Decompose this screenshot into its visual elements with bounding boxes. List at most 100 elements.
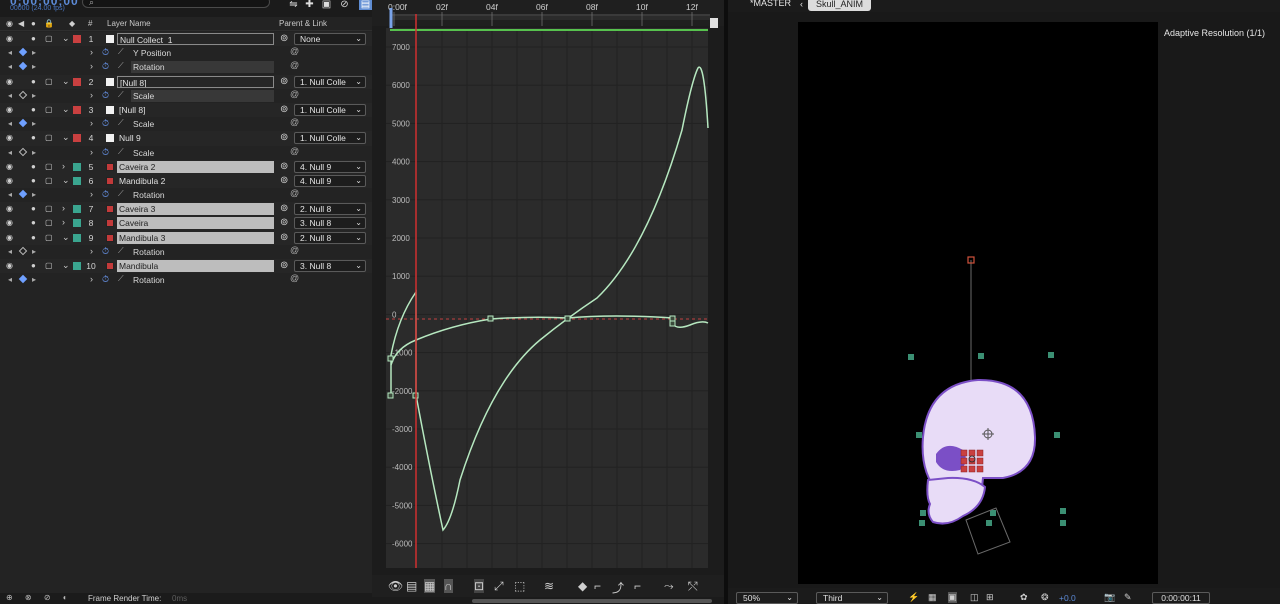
- graph-include-icon[interactable]: ⟋: [118, 90, 124, 100]
- layer-name[interactable]: [Null 8]: [117, 104, 274, 116]
- keyframe-next-icon[interactable]: ▸: [32, 275, 36, 284]
- graph-include-icon[interactable]: ⟋: [118, 189, 124, 199]
- controller-point[interactable]: [976, 457, 984, 465]
- stopwatch-icon[interactable]: ⏱: [102, 61, 109, 72]
- label-color-swatch[interactable]: [73, 77, 81, 86]
- chevron-right-icon[interactable]: ›: [90, 118, 93, 128]
- parent-dropdown[interactable]: 4. Null 9 ⌄: [294, 174, 366, 187]
- keyframe-next-icon[interactable]: ▸: [32, 190, 36, 199]
- ease-in-icon[interactable]: ⤳: [664, 579, 674, 594]
- null-handle[interactable]: [1060, 520, 1066, 526]
- visibility-eye-icon[interactable]: ◉: [6, 261, 13, 270]
- expression-pickwhip-icon[interactable]: @: [290, 46, 299, 56]
- null-handle[interactable]: [990, 510, 996, 516]
- lock-icon[interactable]: 🔒: [44, 19, 54, 28]
- parent-dropdown[interactable]: 3. Null 8 ⌄: [294, 260, 366, 272]
- layer-name[interactable]: [Null 8]: [117, 75, 274, 88]
- skull-artwork[interactable]: [798, 22, 1158, 584]
- parent-dropdown[interactable]: 2. Null 8 ⌄: [294, 203, 366, 216]
- keyframe-diamond-icon[interactable]: [18, 62, 28, 71]
- layer-name[interactable]: Null 9: [117, 132, 274, 144]
- lock-toggle-icon[interactable]: ▢: [45, 105, 53, 114]
- null-handle[interactable]: [978, 353, 984, 359]
- controller-point[interactable]: [968, 465, 976, 473]
- keyframe-handle[interactable]: [564, 315, 571, 322]
- null-handle[interactable]: [916, 432, 922, 438]
- property-row[interactable]: ◂ ▸ › ⏱ ⟋ Rotation @: [0, 273, 372, 288]
- stopwatch-icon[interactable]: ⏱: [102, 147, 109, 158]
- label-color-swatch[interactable]: [73, 134, 81, 143]
- keyframe-handle[interactable]: [669, 315, 676, 322]
- keyframe-next-icon[interactable]: ▸: [32, 247, 36, 256]
- magnet-icon[interactable]: ∩: [444, 579, 453, 593]
- graph-include-icon[interactable]: ⟋: [118, 118, 124, 128]
- layer-name-header[interactable]: Layer Name: [107, 19, 151, 28]
- show-snapshot-icon[interactable]: ✎: [1124, 592, 1132, 603]
- layer-row[interactable]: ◉ ● ▢ ⌄ 2 [Null 8] ⊚ 1. Null Colle ⌄: [0, 74, 372, 89]
- null-handle[interactable]: [1048, 352, 1054, 358]
- chevron-right-icon[interactable]: ›: [90, 246, 93, 256]
- chevron-down-icon[interactable]: ⌄: [62, 76, 70, 87]
- visibility-eye-icon[interactable]: ◉: [6, 133, 13, 142]
- label-color-swatch[interactable]: [73, 219, 81, 228]
- keyframe-next-icon[interactable]: ▸: [32, 62, 36, 71]
- solo-dot-icon[interactable]: ●: [31, 218, 36, 227]
- controller-point[interactable]: [976, 449, 984, 457]
- visibility-eye-icon[interactable]: ◉: [6, 34, 13, 43]
- stopwatch-icon[interactable]: ⏱: [102, 118, 109, 129]
- convert-linear-icon[interactable]: ⌐: [594, 579, 601, 593]
- chevron-right-icon[interactable]: ›: [90, 189, 93, 199]
- label-color-swatch[interactable]: [73, 176, 81, 185]
- layer-row[interactable]: ◉ ● ▢ ⌄ 1 Null Collect_1 ⊚ None ⌄: [0, 32, 372, 47]
- keyframe-handle[interactable]: [387, 355, 394, 362]
- layer-row[interactable]: ◉ ● ▢ ⌄ 4 Null 9 ⊚ 1. Null Colle ⌄: [0, 131, 372, 146]
- solo-dot-icon[interactable]: ●: [31, 34, 36, 43]
- expression-pickwhip-icon[interactable]: @: [290, 245, 299, 255]
- property-row[interactable]: ◂ ▸ › ⏱ ⟋ Rotation @: [0, 188, 372, 203]
- lock-toggle-icon[interactable]: ▢: [45, 233, 53, 242]
- keyframe-next-icon[interactable]: ▸: [32, 91, 36, 100]
- parent-dropdown[interactable]: 2. Null 8 ⌄: [294, 231, 366, 244]
- fast-previews-icon[interactable]: ⚡: [908, 592, 919, 603]
- chevron-down-icon[interactable]: ⌄: [62, 232, 70, 243]
- expression-pickwhip-icon[interactable]: @: [290, 188, 299, 198]
- graph-zoom-scrollbar[interactable]: [372, 597, 724, 604]
- keyframe-handle[interactable]: [669, 320, 676, 327]
- lock-toggle-icon[interactable]: ▢: [45, 261, 53, 270]
- pick-whip-icon[interactable]: ⊚: [280, 132, 288, 143]
- layer-name[interactable]: Mandibula: [117, 260, 274, 272]
- null-handle[interactable]: [919, 520, 925, 526]
- chevron-right-icon[interactable]: ›: [62, 203, 65, 213]
- label-tag-icon[interactable]: ◆: [69, 19, 75, 28]
- keyframe-next-icon[interactable]: ▸: [32, 148, 36, 157]
- graph-include-icon[interactable]: ⟋: [118, 61, 124, 71]
- stopwatch-icon[interactable]: ⏱: [102, 189, 109, 200]
- keyframe-navigator-icon[interactable]: ◂: [8, 91, 12, 100]
- null-handle[interactable]: [908, 354, 914, 360]
- graph-editor-canvas[interactable]: 0:00f 02f 04f 06f 08f 10f 12f 7000600050004000…: [372, 0, 724, 575]
- composition-canvas[interactable]: [798, 22, 1158, 584]
- visibility-eye-icon[interactable]: ◉: [6, 204, 13, 213]
- layer-name[interactable]: Mandibula 2: [117, 175, 274, 187]
- layer-name[interactable]: Null Collect_1: [117, 33, 274, 45]
- pick-whip-icon[interactable]: ⊚: [280, 260, 288, 271]
- exposure-value[interactable]: +0.0: [1059, 593, 1076, 603]
- layer-name[interactable]: Mandibula 3: [117, 231, 274, 244]
- graph-type-icon[interactable]: ▤: [406, 579, 417, 593]
- audio-icon[interactable]: ◀: [18, 19, 24, 28]
- solo-dot-icon[interactable]: ●: [31, 176, 36, 185]
- pick-whip-icon[interactable]: ⊚: [280, 217, 288, 228]
- label-color-swatch[interactable]: [73, 105, 81, 114]
- property-row[interactable]: ◂ ▸ › ⏱ ⟋ Rotation @: [0, 244, 372, 259]
- keyframe-navigator-icon[interactable]: ◂: [8, 48, 12, 57]
- convert-hold-icon[interactable]: ◆: [578, 579, 587, 593]
- tab-skull-anim[interactable]: Skull_ANIM: [808, 0, 872, 11]
- keyframe-diamond-icon[interactable]: [18, 147, 28, 156]
- layer-row[interactable]: ◉ ● ▢ ⌄ 6 Mandibula 2 ⊚ 4. Null 9 ⌄: [0, 173, 372, 189]
- solo-dot-icon[interactable]: ●: [31, 204, 36, 213]
- frame-blending-icon[interactable]: ⊘: [338, 0, 351, 10]
- graph-editor-toggle-icon[interactable]: ▤: [359, 0, 372, 10]
- graph-include-icon[interactable]: ⟋: [118, 274, 124, 284]
- convert-auto-icon[interactable]: ⤴: [612, 579, 624, 596]
- null-handle[interactable]: [920, 510, 926, 516]
